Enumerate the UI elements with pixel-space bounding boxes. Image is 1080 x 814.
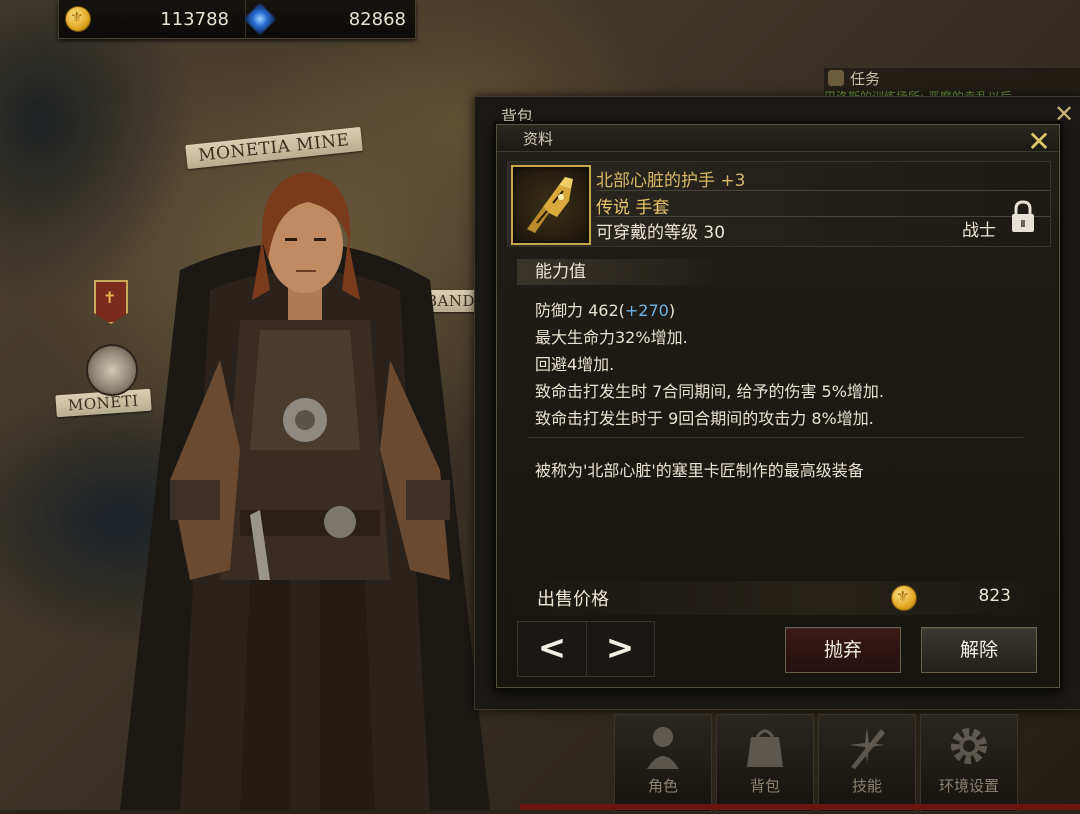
discard-button[interactable]: 抛弃 bbox=[785, 627, 901, 673]
gold-amount: 113788 bbox=[160, 8, 229, 30]
menu-tab-character[interactable]: 角色 bbox=[614, 714, 712, 812]
item-upgrade: +3 bbox=[720, 171, 746, 191]
item-detail-popup: 资料 ✕ 北部心脏的护手 +3 传说 手套 可穿戴的等级 30 战士 能力值 防… bbox=[496, 124, 1060, 688]
menu-tab-label: 技能 bbox=[851, 777, 882, 795]
detail-header: 资料 bbox=[497, 125, 1059, 152]
menu-tab-settings[interactable]: 环境设置 bbox=[920, 714, 1018, 812]
menu-tab-bag[interactable]: 背包 bbox=[716, 714, 814, 812]
lock-icon[interactable] bbox=[1010, 200, 1036, 234]
quest-icon bbox=[828, 70, 844, 86]
stat-crit-damage: 致命击打发生时 7合同期间, 给予的伤害 5%增加. bbox=[535, 382, 884, 401]
character-icon bbox=[643, 723, 683, 769]
stats-heading: 能力值 bbox=[517, 259, 727, 285]
quest-title: 任务 bbox=[850, 70, 881, 88]
gem-currency: 82868 bbox=[243, 0, 412, 38]
hero-portrait bbox=[110, 150, 500, 811]
item-rarity-type: 传说 手套 bbox=[596, 198, 670, 218]
gold-currency: 113788 bbox=[65, 0, 235, 38]
stat-defense-bonus: +270 bbox=[624, 301, 669, 320]
item-class: 战士 bbox=[962, 221, 996, 241]
item-divider bbox=[596, 190, 1050, 191]
stat-max-hp: 最大生命力32%增加. bbox=[535, 328, 688, 347]
sell-price-label: 出售价格 bbox=[537, 589, 609, 610]
item-navigation: < > bbox=[517, 621, 655, 677]
detail-title: 资料 bbox=[523, 130, 554, 148]
detail-close-icon[interactable]: ✕ bbox=[1025, 128, 1053, 157]
stat-crit-attack: 致命击打发生时于 9回合期间的攻击力 8%增加. bbox=[535, 409, 874, 428]
menu-tab-label: 背包 bbox=[749, 777, 780, 795]
sell-price-value: 823 bbox=[978, 586, 1011, 606]
menu-tab-skill[interactable]: 技能 bbox=[818, 714, 916, 812]
stat-evasion: 回避4增加. bbox=[535, 355, 615, 374]
blue-gem-icon bbox=[243, 2, 277, 36]
item-level-requirement: 可穿戴的等级 30 bbox=[596, 223, 726, 243]
bottom-red-strip bbox=[520, 804, 1080, 810]
gem-amount: 82868 bbox=[348, 8, 406, 30]
stats-divider bbox=[527, 437, 1023, 438]
dismantle-button[interactable]: 解除 bbox=[921, 627, 1037, 673]
stat-defense: 防御力 462(+270) bbox=[535, 301, 676, 320]
gold-coin-icon bbox=[891, 585, 917, 611]
previous-item-button[interactable]: < bbox=[518, 622, 587, 676]
settings-gear-icon bbox=[949, 723, 989, 769]
bottom-menu: 角色 背包 技能 环境设置 bbox=[614, 714, 1020, 812]
next-item-button[interactable]: > bbox=[586, 622, 654, 676]
menu-tab-label: 角色 bbox=[647, 777, 678, 795]
sell-price-row: 出售价格 823 bbox=[515, 581, 1041, 615]
currency-bar: 113788 82868 bbox=[58, 0, 416, 39]
gauntlet-icon bbox=[511, 165, 591, 245]
item-name: 北部心脏的护手 +3 bbox=[596, 171, 746, 191]
menu-tab-label: 环境设置 bbox=[938, 777, 999, 795]
item-card: 北部心脏的护手 +3 传说 手套 可穿戴的等级 30 战士 bbox=[507, 161, 1051, 247]
item-description: 被称为'北部心脏'的塞里卡匠制作的最高级装备 bbox=[535, 461, 864, 480]
bag-icon bbox=[745, 723, 785, 769]
skill-icon bbox=[847, 723, 887, 769]
gold-coin-icon bbox=[65, 6, 91, 32]
